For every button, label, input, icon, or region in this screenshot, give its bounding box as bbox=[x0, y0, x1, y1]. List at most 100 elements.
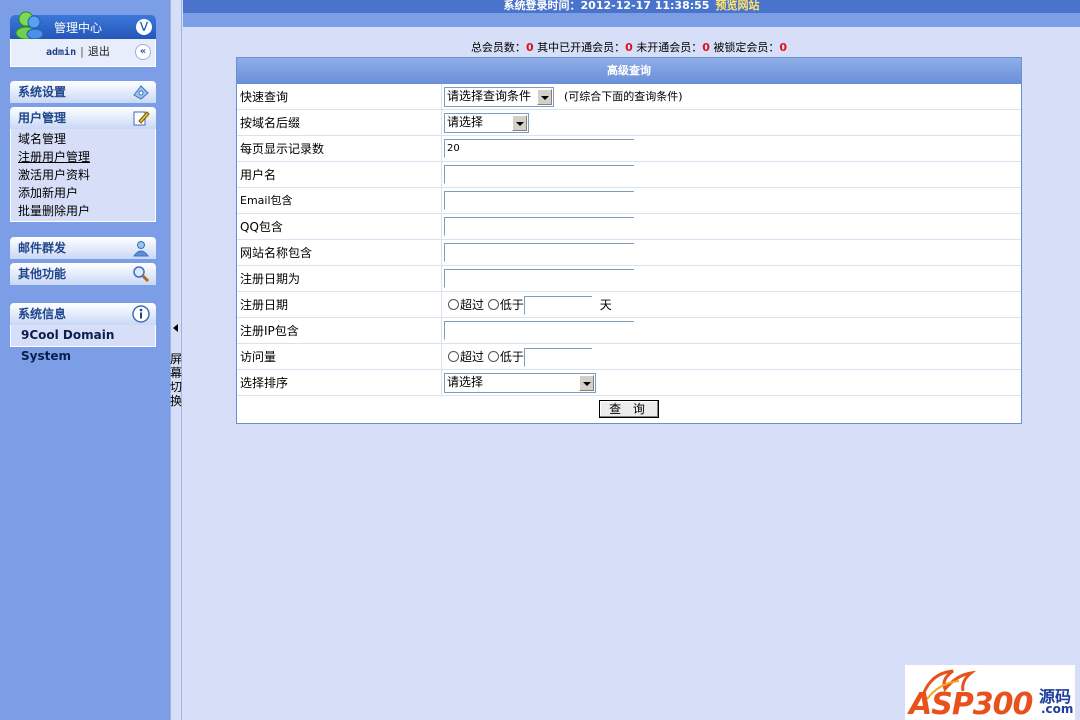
email-input[interactable] bbox=[444, 191, 634, 210]
menu-item-registered-users[interactable]: 注册用户管理 bbox=[11, 148, 155, 166]
member-stats: 总会员数：0 其中已开通会员：0 未开通会员：0 被锁定会员：0 bbox=[236, 40, 1022, 56]
form-row-username: 用户名 bbox=[237, 162, 1021, 188]
per-page-label: 每页显示记录数 bbox=[240, 142, 325, 156]
form-row-quick-query: 快速查询 请选择查询条件 (可综合下面的查询条件) bbox=[237, 84, 1021, 110]
menu-item-activate-user-info[interactable]: 激活用户资料 bbox=[11, 166, 155, 184]
username-input[interactable] bbox=[444, 165, 634, 184]
chevron-down-icon[interactable] bbox=[579, 375, 594, 391]
screen-switch-label[interactable]: 屏幕切换 bbox=[170, 352, 182, 408]
reg-date-over-radio[interactable] bbox=[448, 299, 459, 310]
reg-ip-label: 注册IP包含 bbox=[240, 324, 299, 338]
domain-suffix-select[interactable]: 请选择 bbox=[444, 113, 529, 133]
active-members-count: 0 bbox=[625, 41, 633, 54]
reg-date-is-input[interactable] bbox=[444, 269, 634, 288]
locked-members-label: 被锁定会员： bbox=[713, 41, 780, 54]
system-name: 9Cool Domain System bbox=[21, 328, 115, 363]
per-page-input[interactable]: 20 bbox=[444, 139, 634, 158]
logout-link[interactable]: 退出 bbox=[88, 45, 110, 58]
sidebar: 管理中心 ⋁ admin | 退出 « 系统设置 用户管理 域名管理 注册用户管理 … bbox=[0, 0, 170, 720]
menu-system-settings-label: 系统设置 bbox=[18, 85, 67, 99]
form-row-per-page: 每页显示记录数 20 bbox=[237, 136, 1021, 162]
advanced-query-panel: 高级查询 快速查询 请选择查询条件 (可综合下面的查询条件) 按域名后缀 请选择… bbox=[236, 57, 1022, 424]
manager-title: 管理中心 bbox=[54, 21, 103, 35]
sort-value: 请选择 bbox=[447, 375, 484, 389]
reg-date-unit: 天 bbox=[599, 298, 612, 312]
advanced-query-title: 高级查询 bbox=[237, 58, 1021, 84]
site-name-input[interactable] bbox=[444, 243, 634, 262]
menu-system-settings[interactable]: 系统设置 bbox=[10, 81, 156, 103]
menu-system-info[interactable]: 系统信息 bbox=[10, 303, 156, 325]
menu-user-management[interactable]: 用户管理 bbox=[10, 107, 156, 129]
admin-username: admin bbox=[46, 47, 77, 58]
splitter[interactable]: 屏幕切换 bbox=[170, 0, 182, 720]
menu-other-functions-label: 其他功能 bbox=[18, 267, 67, 281]
inactive-members-count: 0 bbox=[702, 41, 710, 54]
menu-item-domain-management[interactable]: 域名管理 bbox=[11, 130, 155, 148]
site-name-label: 网站名称包含 bbox=[240, 246, 313, 260]
users-icon bbox=[133, 241, 149, 257]
inactive-members-label: 未开通会员： bbox=[636, 41, 703, 54]
sort-select[interactable]: 请选择 bbox=[444, 373, 596, 393]
qq-input[interactable] bbox=[444, 217, 634, 236]
menu-system-info-label: 系统信息 bbox=[18, 307, 67, 321]
reg-date-is-label: 注册日期为 bbox=[240, 272, 301, 286]
form-row-reg-ip: 注册IP包含 bbox=[237, 318, 1021, 344]
visits-count-input[interactable] bbox=[523, 348, 592, 367]
domain-suffix-value: 请选择 bbox=[447, 115, 484, 129]
logo-brand: ASP300 bbox=[909, 687, 1033, 720]
menu-item-add-user[interactable]: 添加新用户 bbox=[11, 184, 155, 202]
visits-under-radio[interactable] bbox=[487, 351, 499, 362]
reg-date-label: 注册日期 bbox=[240, 298, 289, 312]
manager-panel-header: 管理中心 ⋁ bbox=[10, 11, 156, 39]
system-info-body: 9Cool Domain System bbox=[10, 325, 156, 363]
form-row-email: Email包含 bbox=[237, 188, 1021, 214]
form-row-sort: 选择排序 请选择 bbox=[237, 370, 1021, 396]
visits-options: 超过 低于 bbox=[448, 344, 592, 370]
total-members-count: 0 bbox=[525, 41, 534, 54]
menu-mass-mail-label: 邮件群发 bbox=[18, 241, 67, 255]
asp300-logo: ASP300 源码 .com bbox=[905, 665, 1075, 720]
domain-suffix-label: 按域名后缀 bbox=[240, 116, 301, 130]
reg-date-options: 超过 低于 天 bbox=[448, 292, 612, 318]
magnifier-icon bbox=[133, 266, 150, 283]
collapse-left-icon[interactable] bbox=[173, 324, 178, 332]
qq-label: QQ包含 bbox=[240, 220, 283, 234]
settings-icon bbox=[133, 85, 149, 100]
visits-over-radio[interactable] bbox=[448, 351, 459, 362]
reg-date-days-input[interactable] bbox=[523, 296, 592, 315]
preview-site-link[interactable]: 预览网站 bbox=[715, 0, 759, 12]
username-label: 用户名 bbox=[240, 168, 277, 182]
reg-date-over-label: 超过 bbox=[460, 298, 485, 312]
form-row-site-name: 网站名称包含 bbox=[237, 240, 1021, 266]
form-row-reg-date-is: 注册日期为 bbox=[237, 266, 1021, 292]
msn-user-icon bbox=[15, 11, 44, 39]
locked-members-count: 0 bbox=[779, 41, 788, 54]
top-bar: 系统登录时间：2012-12-17 11:38:55 预览网站 bbox=[183, 0, 1080, 13]
active-members-label: 其中已开通会员： bbox=[537, 41, 626, 54]
form-row-visits: 访问量 超过 低于 bbox=[237, 344, 1021, 370]
reg-ip-input[interactable] bbox=[444, 321, 634, 340]
sub-bar bbox=[183, 13, 1080, 27]
menu-other-functions[interactable]: 其他功能 bbox=[10, 263, 156, 285]
chevron-down-icon[interactable] bbox=[537, 89, 552, 105]
total-members-label: 总会员数： bbox=[470, 41, 526, 54]
login-time: 系统登录时间：2012-12-17 11:38:55 bbox=[503, 0, 710, 12]
visits-label: 访问量 bbox=[240, 350, 277, 364]
manager-panel-body: admin | 退出 « bbox=[10, 39, 156, 67]
query-submit-button[interactable]: 查 询 bbox=[599, 400, 659, 418]
form-row-reg-date: 注册日期 超过 低于 天 bbox=[237, 292, 1021, 318]
visits-under-label: 低于 bbox=[499, 350, 524, 364]
form-row-domain-suffix: 按域名后缀 请选择 bbox=[237, 110, 1021, 136]
chevron-down-icon[interactable] bbox=[512, 115, 527, 131]
menu-item-bulk-delete-users[interactable]: 批量删除用户 bbox=[11, 202, 155, 220]
collapse-icon[interactable]: ⋁ bbox=[136, 19, 152, 35]
quick-query-select[interactable]: 请选择查询条件 bbox=[444, 87, 554, 107]
reg-date-under-label: 低于 bbox=[499, 298, 524, 312]
form-row-qq: QQ包含 bbox=[237, 214, 1021, 240]
back-arrows-icon[interactable]: « bbox=[135, 44, 151, 60]
menu-mass-mail[interactable]: 邮件群发 bbox=[10, 237, 156, 259]
user-management-menu: 域名管理 注册用户管理 激活用户资料 添加新用户 批量删除用户 bbox=[10, 129, 156, 222]
quick-query-value: 请选择查询条件 bbox=[447, 89, 532, 103]
reg-date-under-radio[interactable] bbox=[487, 299, 499, 310]
visits-over-label: 超过 bbox=[460, 350, 485, 364]
